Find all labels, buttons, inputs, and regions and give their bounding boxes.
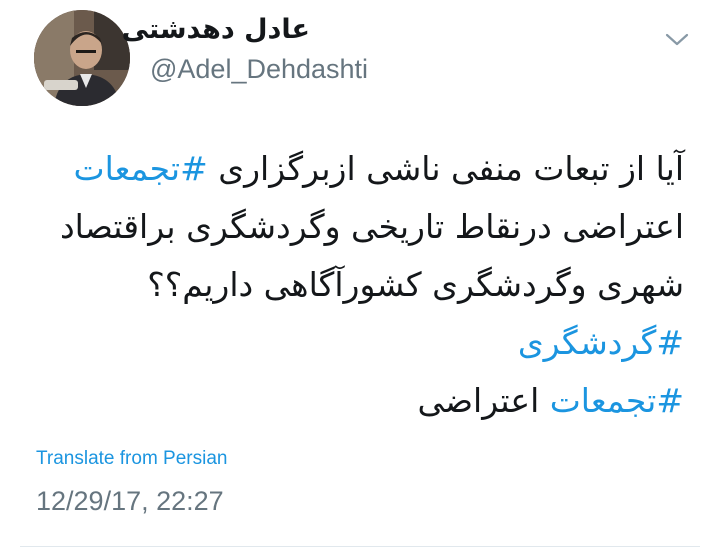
tweet-text-segment: آیا از تبعات منفی ناشی ازبرگزاری	[207, 149, 684, 188]
author-display-name[interactable]: عادل دهدشتی	[122, 14, 310, 45]
divider	[20, 546, 700, 547]
tweet-card: عادل دهدشتی @Adel_Dehdashti آیا از تبعات…	[0, 0, 720, 560]
avatar[interactable]	[34, 10, 130, 106]
translate-link[interactable]: Translate from Persian	[36, 448, 227, 470]
tweet-text-line-1: آیا از تبعات منفی ناشی ازبرگزاری #تجمعات	[34, 140, 684, 198]
tweet-text-line-5: #تجمعات اعتراضی	[34, 372, 684, 430]
avatar-image	[34, 10, 130, 106]
tweet-text-line-4: #گردشگری	[34, 314, 684, 372]
chevron-down-icon[interactable]	[664, 30, 690, 48]
tweet-timestamp[interactable]: 12/29/17, 22:27	[36, 486, 224, 517]
tweet-text-segment: اعتراضی	[417, 381, 550, 420]
hashtag-link[interactable]: #تجمعات	[74, 149, 208, 188]
tweet-text-line-3: شهری وگردشگری کشورآگاهی داریم؟؟	[147, 265, 684, 304]
tweet-text: آیا از تبعات منفی ناشی ازبرگزاری #تجمعات…	[34, 140, 684, 430]
tweet-text-line-2: اعتراضی درنقاط تاریخی وگردشگری براقتصاد	[59, 207, 684, 246]
hashtag-link[interactable]: #گردشگری	[518, 323, 684, 362]
author-handle[interactable]: @Adel_Dehdashti	[150, 54, 368, 85]
hashtag-link[interactable]: #تجمعات	[550, 381, 684, 420]
